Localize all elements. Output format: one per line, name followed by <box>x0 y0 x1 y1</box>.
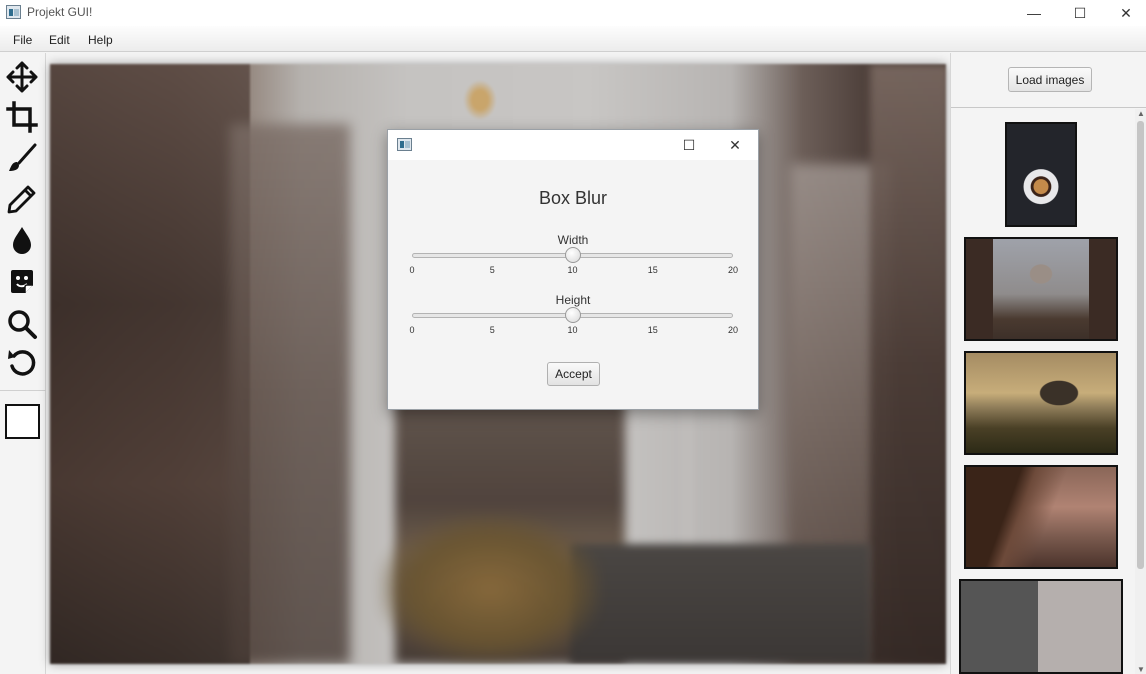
tick-label: 5 <box>489 325 495 335</box>
tick-label: 20 <box>727 325 739 335</box>
pencil-tool-button[interactable] <box>4 182 40 216</box>
gallery-divider <box>951 107 1146 108</box>
height-slider-ticks: 0 5 10 15 20 <box>409 325 738 337</box>
tick-label: 10 <box>567 325 578 335</box>
toolbar-divider <box>0 390 46 391</box>
scrollbar-thumb[interactable] <box>1137 121 1144 569</box>
scroll-up-icon[interactable]: ▲ <box>1136 109 1146 118</box>
thumbnail-clock-tower[interactable] <box>964 237 1118 341</box>
width-slider-thumb[interactable] <box>564 247 581 263</box>
maximize-button[interactable]: ☐ <box>1057 0 1103 26</box>
move-tool-button[interactable] <box>4 60 40 94</box>
tick-label: 0 <box>409 265 415 275</box>
gallery-scrollbar[interactable]: ▲ ▼ <box>1135 109 1146 674</box>
thumbnail-gray-swatch[interactable] <box>959 579 1123 674</box>
tool-sidebar <box>0 53 46 674</box>
window-titlebar: Projekt GUI! — ☐ ✕ <box>0 0 1146 26</box>
tick-label: 10 <box>567 265 578 275</box>
minimize-button[interactable]: — <box>1011 0 1057 26</box>
brush-icon <box>9 143 37 171</box>
fill-tool-button[interactable] <box>4 223 40 257</box>
sticker-tool-button[interactable] <box>4 265 40 299</box>
tick-label: 20 <box>727 265 739 275</box>
sticker-icon <box>11 270 33 293</box>
dialog-maximize-button[interactable]: ☐ <box>666 130 712 160</box>
app-icon <box>6 5 21 19</box>
dialog-app-icon <box>397 138 412 151</box>
height-slider-thumb[interactable] <box>564 307 581 323</box>
brush-tool-button[interactable] <box>4 141 40 175</box>
image-gallery-panel: Load images ▲ ▼ <box>950 53 1146 674</box>
menu-file[interactable]: File <box>13 33 32 47</box>
dialog-title: Box Blur <box>538 188 608 208</box>
tick-label: 0 <box>409 325 415 335</box>
load-images-button[interactable]: Load images <box>1008 67 1092 92</box>
zoom-icon <box>8 310 37 339</box>
accept-button[interactable]: Accept <box>547 362 600 386</box>
undo-button[interactable] <box>4 345 40 379</box>
close-button[interactable]: ✕ <box>1103 0 1146 26</box>
menu-bar: File Edit Help <box>0 26 1146 52</box>
dialog-close-button[interactable]: ✕ <box>712 130 758 160</box>
color-picker-swatch[interactable] <box>5 404 40 439</box>
thumbnail-coffee[interactable] <box>1005 122 1077 227</box>
undo-icon <box>8 350 36 376</box>
pencil-icon <box>7 185 36 214</box>
tick-label: 15 <box>647 265 658 275</box>
tick-label: 5 <box>489 265 495 275</box>
crop-tool-button[interactable] <box>4 100 40 134</box>
box-blur-dialog: ☐ ✕ Box Blur Width 0 5 10 15 20 Height 0… <box>387 129 759 410</box>
menu-help[interactable]: Help <box>88 33 113 47</box>
crop-icon <box>6 101 38 133</box>
thumbnail-beach-rock[interactable] <box>964 351 1118 455</box>
menu-edit[interactable]: Edit <box>49 33 70 47</box>
zoom-tool-button[interactable] <box>4 307 40 341</box>
drop-icon <box>13 227 31 254</box>
tick-label: 15 <box>647 325 658 335</box>
thumbnail-cliff[interactable] <box>964 465 1118 569</box>
scroll-down-icon[interactable]: ▼ <box>1136 665 1146 674</box>
width-slider-label: Width <box>557 233 589 247</box>
height-slider-label: Height <box>555 293 591 307</box>
move-icon <box>6 61 38 93</box>
width-slider-ticks: 0 5 10 15 20 <box>409 265 738 277</box>
dialog-titlebar: ☐ ✕ <box>388 130 758 160</box>
window-title: Projekt GUI! <box>27 5 93 19</box>
